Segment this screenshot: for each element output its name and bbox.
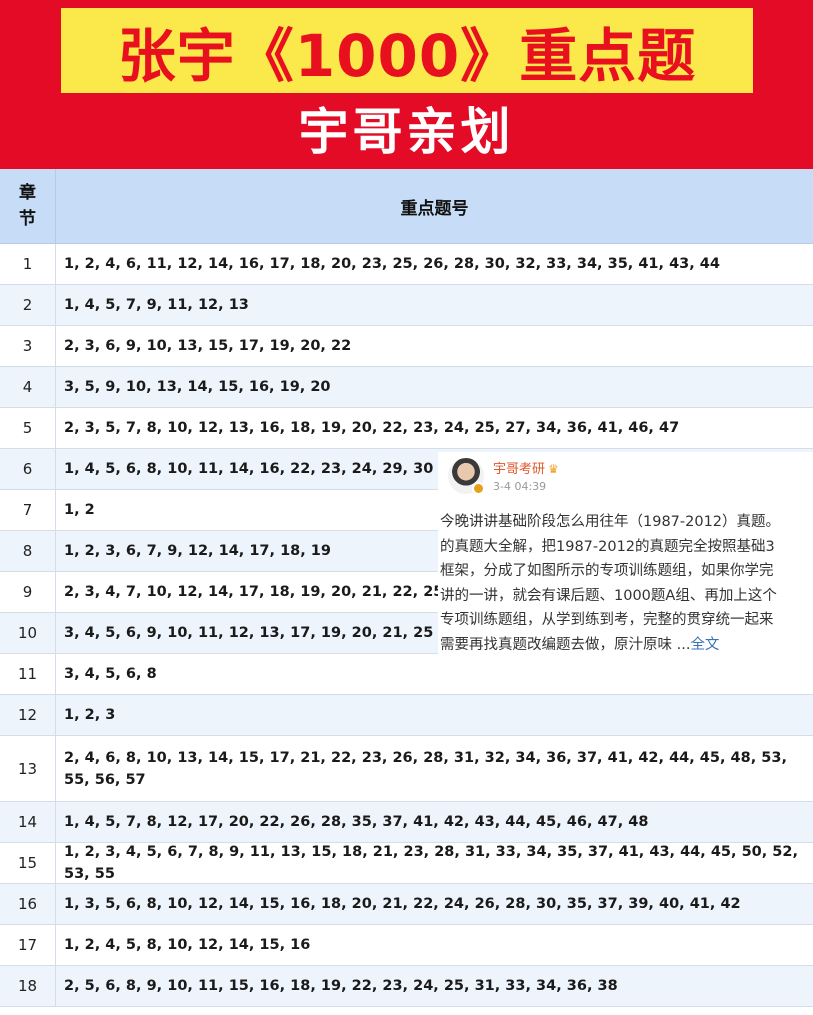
chapter-cell: 5	[0, 408, 56, 448]
chapter-cell: 15	[0, 843, 56, 883]
chapter-cell: 2	[0, 285, 56, 325]
table-row: 15 1, 2, 3, 4, 5, 6, 7, 8, 9, 11, 13, 15,…	[0, 843, 813, 884]
post-body: 今晚讲讲基础阶段怎么用往年（1987-2012）真题。 的真题大全解，把1987…	[440, 514, 781, 653]
table-row: 16 1, 3, 5, 6, 8, 10, 12, 14, 15, 16, 18,…	[0, 884, 813, 925]
header-chapter: 章 节	[0, 169, 56, 243]
verified-badge-icon	[472, 482, 485, 495]
table-row: 18 2, 5, 6, 8, 9, 10, 11, 15, 16, 18, 19,…	[0, 966, 813, 1007]
table-row: 11 3, 4, 5, 6, 8	[0, 654, 813, 695]
question-numbers-cell: 1, 2, 3, 4, 5, 6, 7, 8, 9, 11, 13, 15, 1…	[64, 844, 798, 882]
table-row: 1 1, 2, 4, 6, 11, 12, 14, 16, 17, 18, 20,…	[0, 244, 813, 285]
chapter-cell: 17	[0, 925, 56, 965]
header-chapter-line1: 章	[19, 183, 36, 203]
table-header: 章 节 重点题号	[0, 169, 813, 244]
table-row: 5 2, 3, 5, 7, 8, 10, 12, 13, 16, 18, 19, …	[0, 408, 813, 449]
table-row: 14 1, 4, 5, 7, 8, 12, 17, 20, 22, 26, 28,…	[0, 802, 813, 843]
chapter-cell: 6	[0, 449, 56, 489]
question-numbers-cell: 1, 4, 5, 7, 9, 11, 12, 13	[64, 297, 249, 313]
chapter-cell: 4	[0, 367, 56, 407]
chapter-cell: 14	[0, 802, 56, 842]
post-time: 3-4 04:39	[493, 480, 547, 493]
table-row: 2 1, 4, 5, 7, 9, 11, 12, 13	[0, 285, 813, 326]
question-numbers-cell: 1, 3, 5, 6, 8, 10, 12, 14, 15, 16, 18, 2…	[64, 896, 741, 912]
post-author[interactable]: 宇哥考研 ♛	[493, 458, 559, 477]
chapter-cell: 3	[0, 326, 56, 366]
page-subtitle: 宇哥亲划	[298, 103, 515, 161]
chapter-cell: 9	[0, 572, 56, 612]
question-numbers-cell: 2, 4, 6, 8, 10, 13, 14, 15, 17, 21, 22, …	[64, 749, 787, 788]
crown-icon: ♛	[548, 462, 559, 476]
title-box: 张宇《1000》重点题	[61, 8, 753, 93]
chapter-cell: 1	[0, 244, 56, 284]
title-banner: 张宇《1000》重点题 宇哥亲划	[0, 0, 813, 169]
post-author-name[interactable]: 宇哥考研	[493, 462, 545, 477]
header-question-numbers: 重点题号	[400, 198, 469, 219]
table-row: 12 1, 2, 3	[0, 695, 813, 736]
question-numbers-cell: 2, 3, 6, 9, 10, 13, 15, 17, 19, 20, 22	[64, 338, 352, 354]
chapter-cell: 16	[0, 884, 56, 924]
read-full-link[interactable]: 全文	[690, 637, 719, 653]
question-numbers-cell: 1, 2, 4, 6, 11, 12, 14, 16, 17, 18, 20, …	[64, 256, 720, 272]
chapter-cell: 7	[0, 490, 56, 530]
question-numbers-cell: 1, 2, 4, 5, 8, 10, 12, 14, 15, 16	[64, 937, 311, 953]
chapter-cell: 8	[0, 531, 56, 571]
question-numbers-cell: 1, 4, 5, 7, 8, 12, 17, 20, 22, 26, 28, 3…	[64, 814, 649, 830]
table-row: 17 1, 2, 4, 5, 8, 10, 12, 14, 15, 16	[0, 925, 813, 966]
chapter-cell: 18	[0, 966, 56, 1006]
chapter-cell: 10	[0, 613, 56, 653]
question-numbers-cell: 3, 5, 9, 10, 13, 14, 15, 16, 19, 20	[64, 379, 331, 395]
table-row: 13 2, 4, 6, 8, 10, 13, 14, 15, 17, 21, 22…	[0, 736, 813, 802]
chapter-cell: 13	[0, 736, 56, 801]
table-row: 4 3, 5, 9, 10, 13, 14, 15, 16, 19, 20	[0, 367, 813, 408]
question-numbers-cell: 3, 4, 5, 6, 8	[64, 666, 157, 682]
page-title: 张宇《1000》重点题	[117, 21, 697, 90]
chapter-cell: 11	[0, 654, 56, 694]
post-text: 今晚讲讲基础阶段怎么用往年（1987-2012）真题。 的真题大全解，把1987…	[440, 510, 813, 657]
table-row: 3 2, 3, 6, 9, 10, 13, 15, 17, 19, 20, 22	[0, 326, 813, 367]
question-numbers-cell: 1, 2, 3	[64, 707, 116, 723]
question-numbers-cell: 2, 5, 6, 8, 9, 10, 11, 15, 16, 18, 19, 2…	[64, 978, 618, 994]
header-chapter-line2: 节	[19, 209, 36, 229]
weibo-post-card[interactable]: 宇哥考研 ♛ 3-4 04:39 今晚讲讲基础阶段怎么用往年（1987-2012）…	[438, 452, 813, 657]
chapter-cell: 12	[0, 695, 56, 735]
question-numbers-cell: 2, 3, 5, 7, 8, 10, 12, 13, 16, 18, 19, 2…	[64, 420, 680, 436]
